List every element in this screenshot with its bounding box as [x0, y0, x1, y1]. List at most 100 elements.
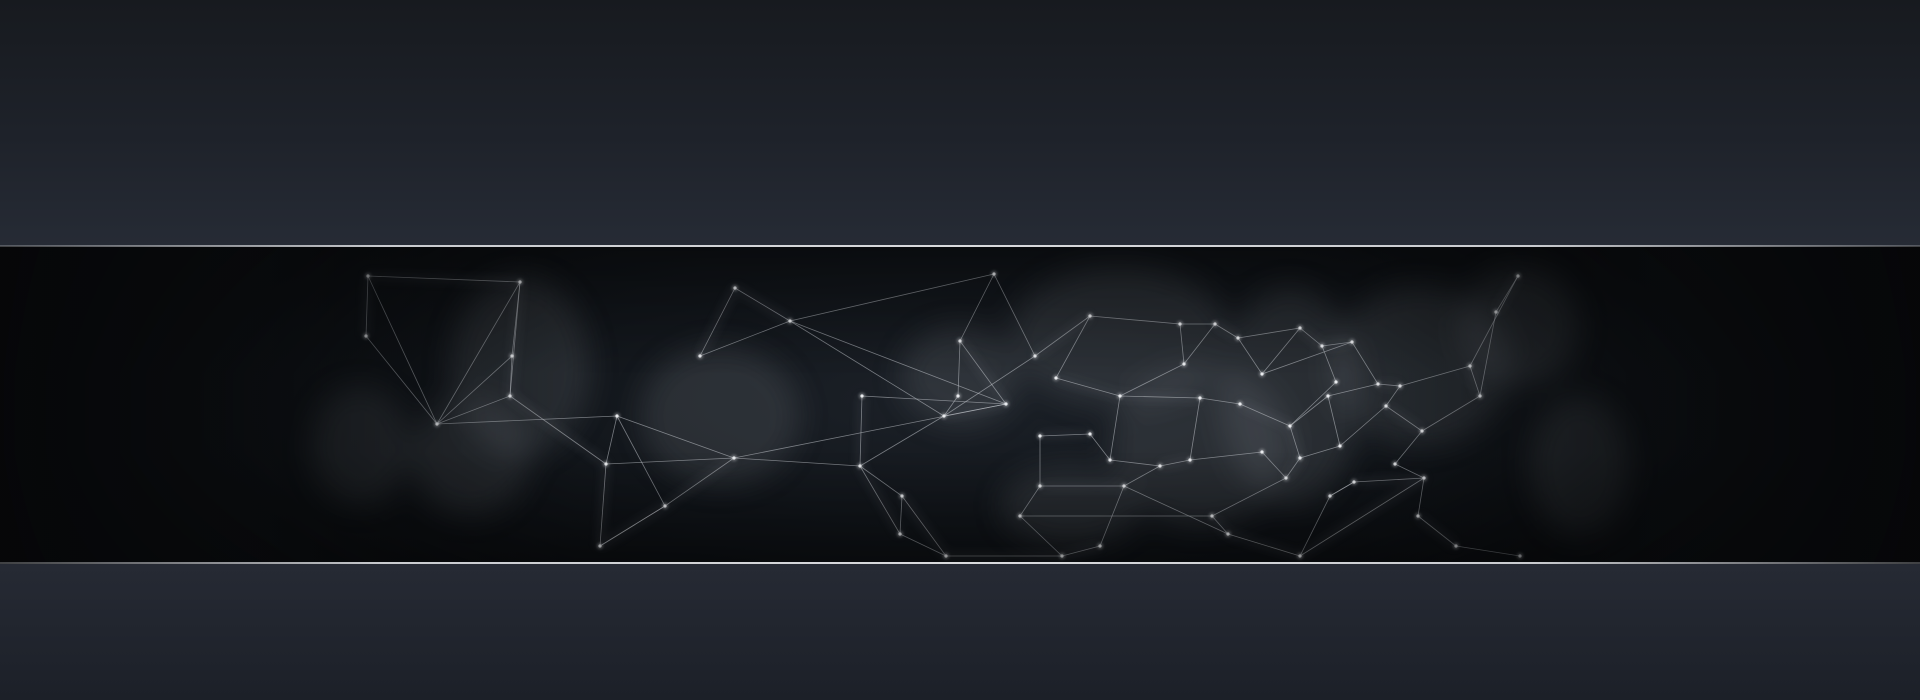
network-node	[1088, 314, 1092, 318]
network-node	[898, 532, 902, 536]
network-node	[1182, 362, 1186, 366]
network-line	[599, 505, 666, 547]
network-node	[1178, 322, 1182, 326]
network-line	[859, 415, 945, 467]
network-node	[1038, 434, 1042, 438]
network-line	[859, 465, 903, 497]
network-node	[1088, 432, 1092, 436]
network-node	[992, 272, 996, 276]
network-node	[1494, 310, 1498, 314]
network-node	[1478, 394, 1482, 398]
network-node	[663, 504, 667, 508]
network-node	[942, 414, 946, 418]
network-node	[518, 280, 522, 284]
network-node	[615, 414, 619, 418]
network-node	[598, 544, 602, 548]
network-node	[1118, 394, 1122, 398]
network-node	[1338, 444, 1342, 448]
network-node	[1260, 372, 1264, 376]
network-line	[1417, 515, 1457, 547]
network-node	[858, 464, 862, 468]
network-node	[1260, 450, 1264, 454]
network-node	[1298, 456, 1302, 460]
network-node	[1226, 532, 1230, 536]
top-band	[0, 0, 1920, 246]
network-line	[1455, 545, 1521, 557]
network-node	[1098, 544, 1102, 548]
network-banner	[0, 246, 1920, 564]
network-line	[734, 287, 791, 322]
network-node	[900, 494, 904, 498]
network-node	[1198, 396, 1202, 400]
network-node	[956, 394, 960, 398]
network-node	[1238, 402, 1242, 406]
haze-blob	[1460, 266, 1580, 386]
banner-top-edge-line	[0, 245, 1920, 247]
network-node	[1060, 554, 1064, 558]
network-line	[1394, 463, 1425, 479]
network-node	[1018, 514, 1022, 518]
network-node	[1158, 464, 1162, 468]
network-node	[733, 286, 737, 290]
network-node	[510, 354, 514, 358]
network-line	[899, 495, 903, 535]
network-node	[1236, 336, 1240, 340]
network-node	[1298, 554, 1302, 558]
network-node	[1334, 380, 1338, 384]
network-node	[1004, 402, 1008, 406]
network-node	[1288, 424, 1292, 428]
network-line	[367, 275, 521, 283]
network-node	[1213, 322, 1217, 326]
network-line	[699, 287, 736, 357]
network-node	[1422, 476, 1426, 480]
network-node	[1420, 429, 1424, 433]
network-node	[1298, 326, 1302, 330]
network-line	[901, 495, 947, 557]
network-node	[1468, 364, 1472, 368]
network-node	[944, 554, 948, 558]
network-line	[1329, 481, 1355, 497]
network-node	[1284, 476, 1288, 480]
haze-layer	[310, 266, 1630, 546]
network-node	[364, 334, 368, 338]
network-node	[958, 339, 962, 343]
network-node	[732, 456, 736, 460]
network-node	[1320, 344, 1324, 348]
network-node	[1376, 382, 1380, 386]
network-node	[1054, 376, 1058, 380]
network-node	[1352, 480, 1356, 484]
network-line	[1417, 477, 1425, 517]
network-node	[788, 319, 792, 323]
network-line	[599, 463, 607, 547]
network-node	[1210, 514, 1214, 518]
network-node	[1122, 484, 1126, 488]
network-node	[1398, 384, 1402, 388]
haze-blob	[640, 346, 800, 486]
network-node	[860, 394, 864, 398]
haze-blob	[410, 396, 530, 516]
network-node	[1516, 274, 1520, 278]
network-node	[435, 422, 439, 426]
network-node	[1328, 494, 1332, 498]
network-node	[1108, 458, 1112, 462]
network-node	[1188, 458, 1192, 462]
banner-page	[0, 0, 1920, 700]
network-line	[789, 273, 995, 322]
haze-blob	[1000, 466, 1140, 546]
network-line	[859, 465, 901, 535]
bottom-band	[0, 564, 1920, 700]
network-node	[1038, 484, 1042, 488]
network-node	[1454, 544, 1458, 548]
network-line	[605, 415, 618, 465]
network-line	[1089, 433, 1111, 461]
network-node	[1518, 554, 1522, 558]
network-node	[1416, 514, 1420, 518]
network-node	[1393, 462, 1397, 466]
network-node	[1350, 340, 1354, 344]
network-node	[604, 462, 608, 466]
haze-blob	[1530, 396, 1630, 536]
network-line	[1227, 533, 1301, 557]
network-node	[1326, 394, 1330, 398]
plexus-network-icon	[310, 266, 1630, 560]
network-node	[366, 274, 370, 278]
